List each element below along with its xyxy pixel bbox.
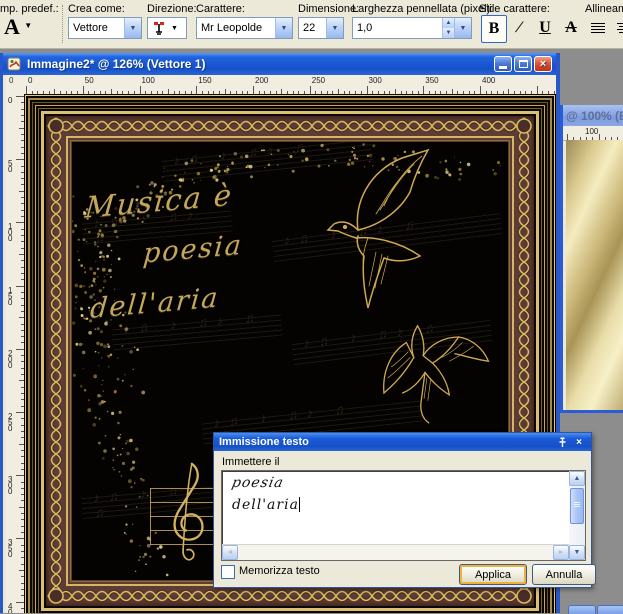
text-entry-box[interactable]: poesia dell'aria ◄ ► ▲ ▼ bbox=[221, 470, 586, 561]
close-button[interactable]: × bbox=[534, 56, 552, 72]
stroke-width-value: 1,0 bbox=[357, 22, 373, 34]
text-entry-label: Immettere il bbox=[222, 456, 280, 468]
entered-text-line2: dell'aria bbox=[232, 497, 299, 513]
font-label: Carattere: bbox=[196, 3, 245, 15]
spin-down-icon[interactable]: ▼ bbox=[442, 28, 454, 38]
bold-icon: B bbox=[488, 20, 500, 37]
dialog-title: Immissione testo bbox=[219, 436, 309, 448]
scrollbar-thumb[interactable] bbox=[570, 488, 584, 524]
direction-dropdown[interactable]: ▼ bbox=[147, 17, 187, 39]
create-as-label: Crea come: bbox=[68, 3, 125, 15]
create-as-value: Vettore bbox=[73, 22, 108, 34]
stroke-width-label: Larghezza pennellata (pixel): bbox=[352, 3, 494, 15]
size-value: 22 bbox=[303, 22, 316, 34]
font-style-label: Stile carattere: bbox=[479, 3, 550, 15]
horizontal-scrollbar[interactable]: ◄ ► bbox=[222, 544, 569, 560]
close-icon: × bbox=[539, 57, 547, 70]
minimize-button[interactable] bbox=[494, 56, 512, 72]
strikethrough-button[interactable]: A bbox=[559, 15, 583, 41]
create-as-dropdown[interactable]: Vettore ▼ bbox=[68, 17, 142, 39]
vertical-ruler: 050100150200250300350400 bbox=[6, 94, 25, 613]
remember-text-checkbox[interactable] bbox=[221, 565, 235, 579]
text-caret bbox=[298, 497, 300, 512]
text-entry-area[interactable]: poesia dell'aria ◄ ► bbox=[222, 471, 569, 560]
remember-text-label: Memorizza testo bbox=[239, 565, 320, 577]
cancel-button-label: Annulla bbox=[545, 568, 583, 581]
app-image-icon bbox=[7, 57, 21, 70]
italic-button[interactable]: / bbox=[504, 15, 534, 41]
vertical-scrollbar[interactable]: ▲ ▼ bbox=[569, 471, 585, 560]
treble-clef-icon bbox=[173, 462, 204, 561]
chevron-down-icon: ▼ bbox=[171, 24, 178, 32]
apply-button[interactable]: Applica bbox=[459, 564, 527, 585]
font-dropdown[interactable]: Mr Leopolde ▼ bbox=[196, 17, 293, 39]
font-value: Mr Leopolde bbox=[201, 22, 263, 34]
background-window-ruler: 100 bbox=[563, 126, 623, 141]
size-dropdown[interactable]: 22 ▼ bbox=[298, 17, 344, 39]
align-center-icon bbox=[617, 22, 623, 34]
background-window-titlebar[interactable]: @ 100% (B bbox=[563, 105, 623, 126]
chevron-down-icon[interactable]: ▼ bbox=[454, 18, 471, 38]
presets-button[interactable]: A ▼ bbox=[4, 14, 32, 40]
italic-icon: / bbox=[515, 19, 524, 36]
strikethrough-icon: A bbox=[565, 19, 577, 36]
text-entry-dialog[interactable]: Immissione testo × Immettere il poesia d… bbox=[213, 432, 596, 588]
background-window-title: @ 100% (B bbox=[566, 108, 623, 123]
scroll-right-icon[interactable]: ► bbox=[553, 545, 569, 560]
dialog-close-icon[interactable]: × bbox=[572, 436, 586, 449]
ruler-label: 100 bbox=[585, 127, 599, 136]
size-label: Dimensione: bbox=[298, 3, 360, 15]
scroll-left-icon[interactable]: ◄ bbox=[222, 545, 238, 560]
apply-button-label: Applica bbox=[474, 568, 512, 581]
cancel-button[interactable]: Annulla bbox=[532, 564, 596, 585]
align-left-icon bbox=[591, 22, 605, 34]
gold-bird-wings-spread bbox=[383, 324, 490, 424]
horizontal-ruler: 0 50 100 150 200 250 300 350 400 bbox=[24, 75, 556, 95]
image-window-title: Immagine2* @ 126% (Vettore 1) bbox=[27, 57, 206, 71]
minimize-icon bbox=[499, 66, 507, 69]
alignment-label: Allineame bbox=[585, 3, 623, 15]
spin-up-icon[interactable]: ▲ bbox=[442, 18, 454, 28]
chevron-down-icon: ▼ bbox=[24, 21, 33, 30]
gold-bird-flying bbox=[326, 148, 430, 309]
presets-a-icon: A bbox=[4, 14, 19, 39]
scrollbar-track[interactable] bbox=[569, 486, 585, 545]
spinner-arrows[interactable]: ▲ ▼ bbox=[442, 18, 454, 38]
pin-icon[interactable] bbox=[555, 436, 569, 449]
tool-options-toolbar: mp. predef.: A ▼ Crea come: Vettore ▼ Di… bbox=[0, 0, 623, 49]
background-image-window[interactable]: @ 100% (B 100 bbox=[560, 105, 623, 413]
toolbar-separator bbox=[62, 5, 63, 43]
bold-button[interactable]: B bbox=[481, 15, 507, 43]
dialog-titlebar[interactable]: Immissione testo × bbox=[214, 433, 591, 451]
align-center-button[interactable] bbox=[612, 15, 623, 41]
maximize-button[interactable] bbox=[514, 56, 532, 72]
underline-icon: U bbox=[539, 19, 551, 36]
chevron-down-icon[interactable]: ▼ bbox=[124, 18, 141, 38]
scroll-down-icon[interactable]: ▼ bbox=[569, 545, 585, 560]
maximize-icon bbox=[518, 60, 528, 68]
chevron-down-icon[interactable]: ▼ bbox=[326, 18, 343, 38]
scroll-up-icon[interactable]: ▲ bbox=[569, 471, 585, 486]
chevron-down-icon[interactable]: ▼ bbox=[275, 18, 292, 38]
image-window-titlebar[interactable]: Immagine2* @ 126% (Vettore 1) × bbox=[3, 53, 556, 75]
stroke-width-spinner[interactable]: 1,0 ▲ ▼ ▼ bbox=[352, 17, 472, 39]
ruler-corner: 0 bbox=[6, 75, 24, 94]
underline-button[interactable]: U bbox=[533, 15, 557, 41]
entered-text-line1: poesia bbox=[230, 475, 286, 491]
align-left-button[interactable] bbox=[586, 15, 610, 41]
gold-gradient-image[interactable] bbox=[566, 140, 623, 410]
text-direction-icon bbox=[154, 22, 164, 35]
direction-label: Direzione: bbox=[147, 3, 197, 15]
